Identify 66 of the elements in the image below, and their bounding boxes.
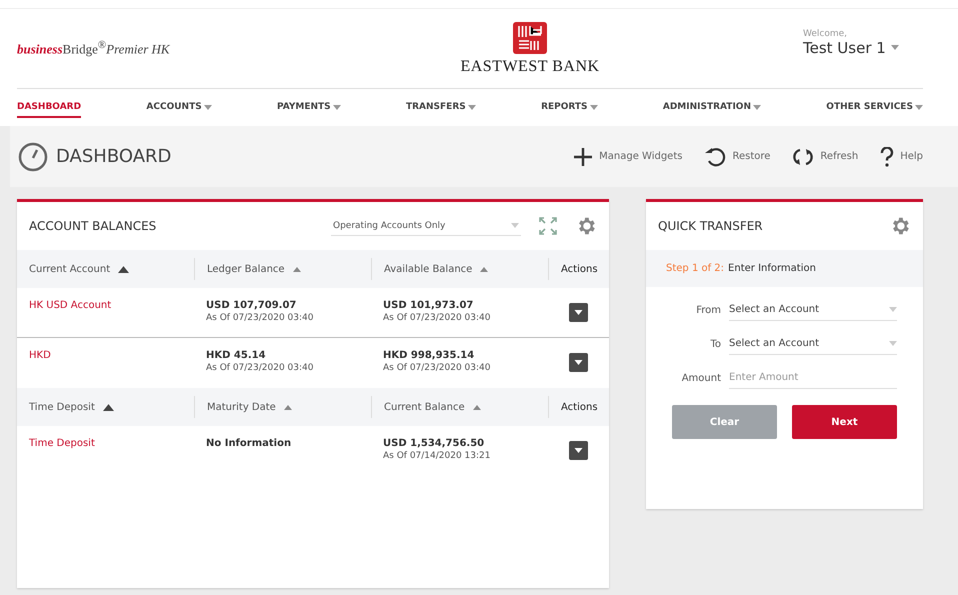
- caret-icon: [574, 310, 583, 315]
- actions-button[interactable]: [569, 441, 588, 460]
- column-header: Actions: [548, 258, 610, 280]
- toolbar-button[interactable]: Refresh: [792, 146, 858, 166]
- step-number: Step 1 of 2:: [666, 263, 724, 274]
- nav-tab[interactable]: REPORTS: [541, 97, 598, 118]
- amount-text: USD 101,973.07: [383, 300, 474, 311]
- plus-icon: [573, 146, 594, 166]
- as-of-text: As Of 07/23/2020 03:40: [383, 313, 492, 323]
- nav-tab[interactable]: OTHER SERVICES: [826, 97, 923, 118]
- nav-tab[interactable]: ADMINISTRATION: [662, 97, 761, 118]
- toolbar-button[interactable]: Manage Widgets: [573, 146, 682, 166]
- as-of-text: As Of 07/23/2020 03:40: [206, 313, 314, 323]
- as-of-text: As Of 07/14/2020 13:21: [383, 451, 492, 461]
- product-logo: businessBridge$^{®}$Premier HK: [17, 39, 171, 58]
- caret-icon: [574, 448, 583, 453]
- amount-text: USD 107,709.07: [206, 300, 298, 311]
- account-filter-dropdown[interactable]: Operating Accounts Only: [331, 216, 521, 236]
- account-select[interactable]: Select an Account: [729, 333, 897, 355]
- column-header[interactable]: Maturity Date: [194, 396, 371, 418]
- account-link[interactable]: HKD: [29, 350, 182, 361]
- actions-button[interactable]: [569, 353, 588, 372]
- caret-icon: [890, 45, 899, 50]
- caret-icon: [511, 223, 519, 228]
- as-of-text: As Of 07/23/2020 03:40: [383, 363, 492, 373]
- toolbar-button[interactable]: Restore: [704, 146, 770, 166]
- restore-icon: [704, 146, 726, 166]
- caret-icon: [889, 307, 897, 312]
- amount-text: USD 1,534,756.50: [383, 438, 486, 449]
- panel-title: ACCOUNT BALANCES: [29, 219, 156, 233]
- step-label: Enter Information: [728, 263, 816, 274]
- panel-title: QUICK TRANSFER: [658, 219, 763, 233]
- field-label: From: [695, 304, 721, 316]
- expand-icon[interactable]: [539, 217, 557, 235]
- welcome-text: Welcome,: [803, 28, 848, 38]
- toolbar-button[interactable]: Help: [880, 146, 923, 166]
- column-header: Actions: [548, 396, 610, 418]
- page-title: DASHBOARD: [18, 142, 172, 172]
- column-header[interactable]: Available Balance: [371, 258, 548, 280]
- amount-text: HKD 45.14: [206, 350, 267, 361]
- column-header[interactable]: Current Account: [17, 258, 194, 280]
- field-label: Amount: [680, 372, 721, 384]
- gauge-icon: [18, 142, 48, 172]
- nav-tab[interactable]: ACCOUNTS: [146, 97, 212, 118]
- field-label: To: [709, 338, 721, 350]
- help-icon: [880, 146, 894, 166]
- column-header[interactable]: Ledger Balance: [194, 258, 371, 280]
- next-button[interactable]: Next: [792, 405, 897, 439]
- user-menu[interactable]: Test User 1: [803, 38, 899, 56]
- nav-tab[interactable]: DASHBOARD: [17, 97, 82, 118]
- nav-tab[interactable]: PAYMENTS: [277, 97, 341, 118]
- actions-button[interactable]: [569, 303, 588, 322]
- bank-name: EASTWEST BANK: [460, 58, 600, 76]
- refresh-icon: [792, 146, 814, 166]
- amount-text: No Information: [206, 438, 292, 449]
- caret-icon: [889, 341, 897, 346]
- account-select[interactable]: Select an Account: [729, 299, 897, 321]
- as-of-text: As Of 07/23/2020 03:40: [206, 363, 314, 373]
- column-header[interactable]: Time Deposit: [17, 396, 194, 418]
- amount-text: HKD 998,935.14: [383, 350, 476, 361]
- nav-tab[interactable]: TRANSFERS: [406, 97, 476, 118]
- bank-logo-icon: [512, 21, 548, 55]
- column-header[interactable]: Current Balance: [371, 396, 548, 418]
- caret-icon: [574, 360, 583, 365]
- account-link[interactable]: Time Deposit: [29, 438, 182, 449]
- account-link[interactable]: HK USD Account: [29, 300, 182, 311]
